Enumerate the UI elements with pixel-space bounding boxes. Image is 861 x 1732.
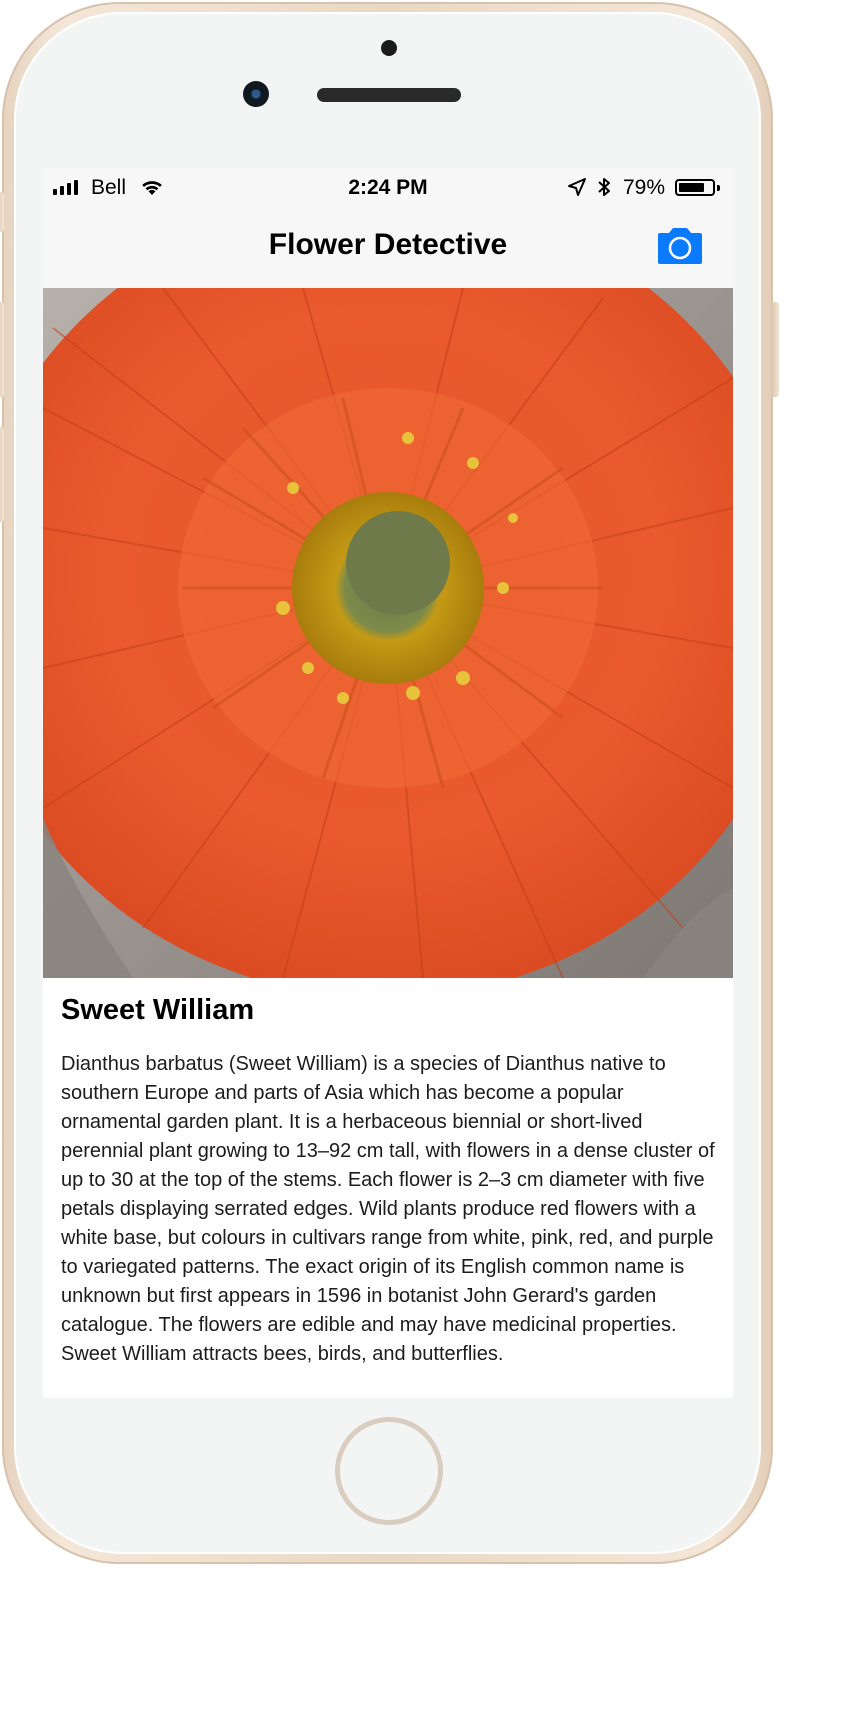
bluetooth-icon: [596, 175, 612, 205]
app-screen: Bell 2:24 PM 79% Flower Detective Sweet …: [43, 168, 733, 1398]
battery-tip: [717, 185, 720, 191]
battery-level-fill: [679, 183, 704, 192]
flower-description: Dianthus barbatus (Sweet William) is a s…: [61, 1053, 715, 1365]
camera-icon: [658, 228, 702, 264]
location-arrow-icon: [567, 177, 587, 203]
flower-photo: [43, 288, 733, 978]
battery-icon: [675, 179, 715, 196]
proximity-sensor: [381, 40, 397, 56]
result-panel: Sweet William Dianthus barbatus (Sweet W…: [43, 978, 733, 1398]
volume-down-button: [0, 427, 4, 522]
volume-up-button: [0, 302, 4, 397]
earpiece-speaker: [317, 88, 461, 102]
page-title: Flower Detective: [268, 228, 508, 261]
status-bar: Bell 2:24 PM 79%: [43, 168, 733, 208]
battery-percent: 79%: [623, 176, 666, 199]
mute-switch: [0, 192, 4, 232]
front-camera-lens: [243, 81, 269, 107]
home-button[interactable]: [335, 1417, 443, 1525]
flower-name-heading: Sweet William: [61, 994, 255, 1026]
navigation-bar: Flower Detective: [43, 208, 733, 288]
camera-button[interactable]: [655, 226, 705, 266]
power-button: [771, 302, 779, 397]
